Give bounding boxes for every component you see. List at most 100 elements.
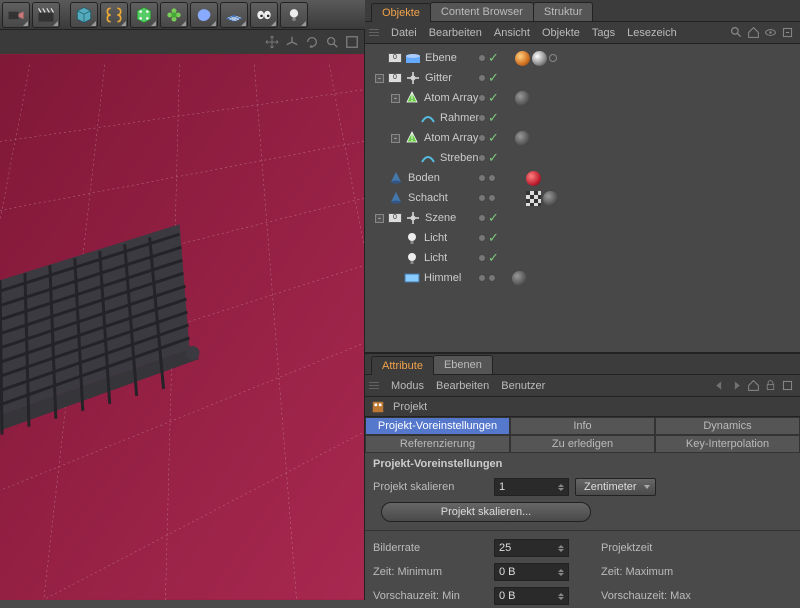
tab-ebenen[interactable]: Ebenen bbox=[433, 355, 493, 374]
tree-row[interactable]: -! Atom Array✓ bbox=[365, 128, 800, 148]
atom-icon: ! bbox=[404, 130, 420, 146]
blob-tool[interactable] bbox=[190, 2, 218, 28]
tree-row[interactable]: -!Atom Array✓ bbox=[365, 88, 800, 108]
tree-toggle[interactable]: - bbox=[375, 214, 384, 223]
axes-view-icon[interactable] bbox=[285, 35, 299, 49]
tree-tags[interactable]: ✓ bbox=[478, 230, 499, 246]
tree-tags[interactable]: ✓ bbox=[478, 150, 499, 166]
collapse2-icon[interactable] bbox=[781, 379, 794, 392]
scale-button[interactable]: Projekt skalieren... bbox=[381, 502, 591, 522]
tree-row[interactable]: Himmel bbox=[365, 268, 800, 288]
tree-tags[interactable]: ✓ bbox=[478, 110, 499, 126]
eye-icon[interactable] bbox=[764, 26, 777, 39]
zeit-min-input[interactable]: 0 B bbox=[494, 563, 569, 581]
move-view-icon[interactable] bbox=[265, 35, 279, 49]
scale-unit-dropdown[interactable]: Zentimeter bbox=[575, 478, 656, 496]
collapse-icon[interactable] bbox=[781, 26, 794, 39]
attr-grip-icon[interactable] bbox=[369, 382, 379, 389]
tab-struktur[interactable]: Struktur bbox=[533, 2, 594, 21]
tree-tags[interactable]: ✓ bbox=[478, 70, 499, 86]
tree-row[interactable]: Schacht bbox=[365, 188, 800, 208]
menu-datei[interactable]: Datei bbox=[391, 27, 417, 39]
tree-label: Atom Array bbox=[424, 92, 478, 104]
home-icon[interactable] bbox=[747, 26, 760, 39]
viewport-scene[interactable] bbox=[0, 54, 364, 600]
tree-tags[interactable] bbox=[478, 171, 541, 186]
vorschau-max-label: Vorschauzeit: Max bbox=[601, 590, 691, 602]
menu-bearbeiten2[interactable]: Bearbeiten bbox=[436, 380, 489, 392]
zoom-view-icon[interactable] bbox=[325, 35, 339, 49]
attr-subtabs: Projekt-Voreinstellungen Info Dynamics R… bbox=[365, 417, 800, 453]
subtab-info[interactable]: Info bbox=[510, 417, 655, 435]
menu-bearbeiten[interactable]: Bearbeiten bbox=[429, 27, 482, 39]
sky2-icon bbox=[404, 270, 420, 286]
tree-toggle[interactable]: - bbox=[391, 134, 400, 143]
grid-plane-tool[interactable] bbox=[220, 2, 248, 28]
tree-row[interactable]: Licht✓ bbox=[365, 248, 800, 268]
menu-ansicht[interactable]: Ansicht bbox=[494, 27, 530, 39]
tree-tags[interactable]: ✓ bbox=[478, 50, 557, 66]
tree-tags[interactable] bbox=[478, 191, 558, 206]
tree-toggle[interactable]: - bbox=[375, 74, 384, 83]
tree-toggle bbox=[407, 114, 416, 123]
tree-label: Schacht bbox=[408, 192, 448, 204]
subtab-referenzierung[interactable]: Referenzierung bbox=[365, 435, 510, 453]
tree-row[interactable]: Streben✓ bbox=[365, 148, 800, 168]
subtab-key-interpolation[interactable]: Key-Interpolation bbox=[655, 435, 800, 453]
menu-lesezeichen[interactable]: Lesezeich bbox=[627, 27, 677, 39]
svg-text:!: ! bbox=[410, 132, 413, 144]
lightbulb-icon bbox=[284, 5, 304, 25]
rotate-view-icon[interactable] bbox=[305, 35, 319, 49]
nav-back-icon[interactable] bbox=[713, 379, 726, 392]
tree-tags[interactable]: ✓ bbox=[478, 210, 499, 226]
tree-toggle[interactable]: - bbox=[391, 94, 400, 103]
menu-objekte[interactable]: Objekte bbox=[542, 27, 580, 39]
cone-icon bbox=[388, 190, 404, 206]
cube-tool[interactable] bbox=[70, 2, 98, 28]
vorschau-min-label: Vorschauzeit: Min bbox=[373, 590, 488, 602]
lightbulb-tool[interactable] bbox=[280, 2, 308, 28]
lock-icon[interactable] bbox=[764, 379, 777, 392]
tab-attribute[interactable]: Attribute bbox=[371, 356, 434, 375]
panel-grip-icon[interactable] bbox=[369, 29, 379, 36]
tree-row[interactable]: 0Ebene✓ bbox=[365, 48, 800, 68]
null-icon bbox=[405, 210, 421, 226]
tree-row[interactable]: Rahmen✓ bbox=[365, 108, 800, 128]
search-icon[interactable] bbox=[730, 26, 743, 39]
tab-objekte[interactable]: Objekte bbox=[371, 3, 431, 22]
flower-tool[interactable] bbox=[160, 2, 188, 28]
tree-toggle bbox=[391, 274, 400, 283]
menu-modus[interactable]: Modus bbox=[391, 380, 424, 392]
tree-label: Atom Array bbox=[424, 132, 478, 144]
tree-row[interactable]: -0Gitter✓ bbox=[365, 68, 800, 88]
tree-row[interactable]: -0Szene✓ bbox=[365, 208, 800, 228]
subtab-dynamics[interactable]: Dynamics bbox=[655, 417, 800, 435]
vorschau-min-input[interactable]: 0 B bbox=[494, 587, 569, 605]
sky-icon bbox=[405, 50, 421, 66]
camera-tool[interactable] bbox=[2, 2, 30, 28]
maximize-view-icon[interactable] bbox=[345, 35, 359, 49]
cube-array-icon bbox=[134, 5, 154, 25]
tree-tags[interactable] bbox=[478, 271, 527, 286]
tree-tags[interactable]: ✓ bbox=[478, 130, 530, 146]
tree-tags[interactable]: ✓ bbox=[478, 250, 499, 266]
eyes-icon bbox=[254, 5, 274, 25]
chain-tool[interactable] bbox=[100, 2, 128, 28]
tree-row[interactable]: Licht✓ bbox=[365, 228, 800, 248]
bilderrate-input[interactable]: 25 bbox=[494, 539, 569, 557]
home2-icon[interactable] bbox=[747, 379, 760, 392]
menu-benutzer[interactable]: Benutzer bbox=[501, 380, 545, 392]
tree-row[interactable]: Boden bbox=[365, 168, 800, 188]
tab-content-browser[interactable]: Content Browser bbox=[430, 2, 534, 21]
nav-fwd-icon[interactable] bbox=[730, 379, 743, 392]
clapperboard-tool[interactable] bbox=[32, 2, 60, 28]
tree-tags[interactable]: ✓ bbox=[478, 90, 530, 106]
subtab-zu-erledigen[interactable]: Zu erledigen bbox=[510, 435, 655, 453]
subtab-voreinstellungen[interactable]: Projekt-Voreinstellungen bbox=[365, 417, 510, 435]
light-icon bbox=[404, 230, 420, 246]
eyes-tool[interactable] bbox=[250, 2, 278, 28]
clapperboard-icon bbox=[36, 5, 56, 25]
cube-array-tool[interactable] bbox=[130, 2, 158, 28]
scale-value[interactable]: 1 bbox=[494, 478, 569, 496]
menu-tags[interactable]: Tags bbox=[592, 27, 615, 39]
